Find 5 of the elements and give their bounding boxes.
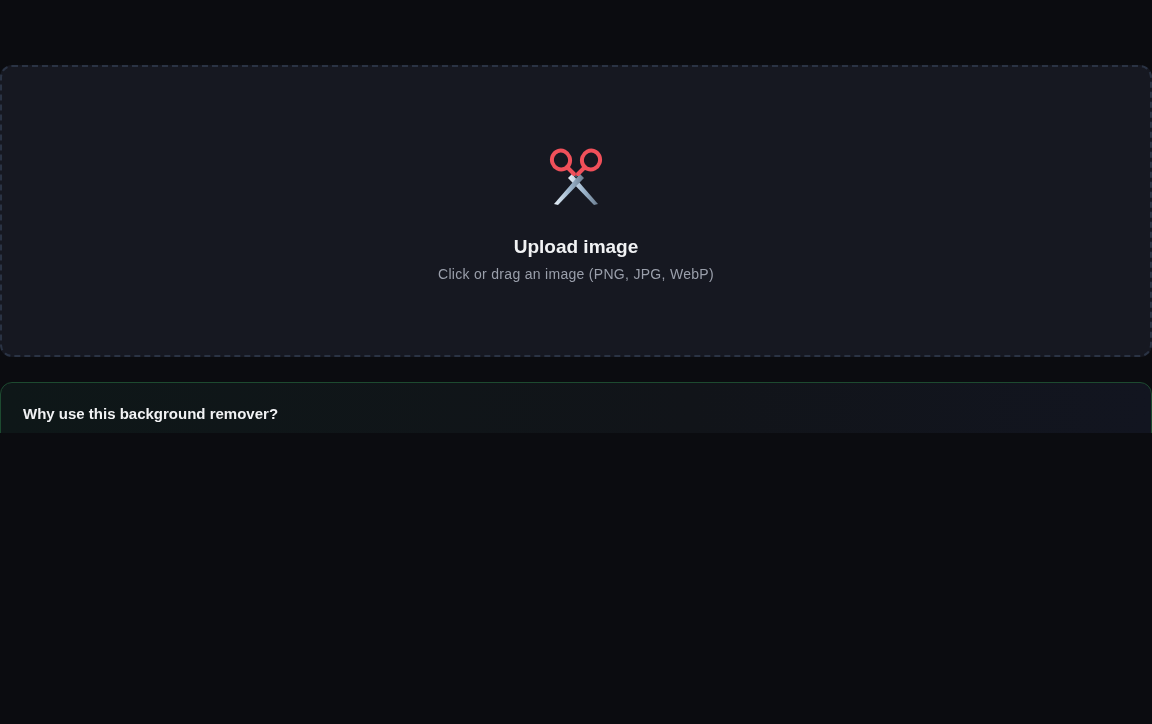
upload-title: Upload image: [513, 235, 639, 259]
upload-dropzone[interactable]: Upload image Click or drag an image (PNG, JPG, WebP): [0, 65, 1152, 357]
scissors-icon: [548, 148, 604, 206]
upload-hint: Click or drag an image (PNG, JPG, WebP): [438, 265, 714, 283]
info-card-title: Why use this background remover?: [23, 404, 280, 424]
